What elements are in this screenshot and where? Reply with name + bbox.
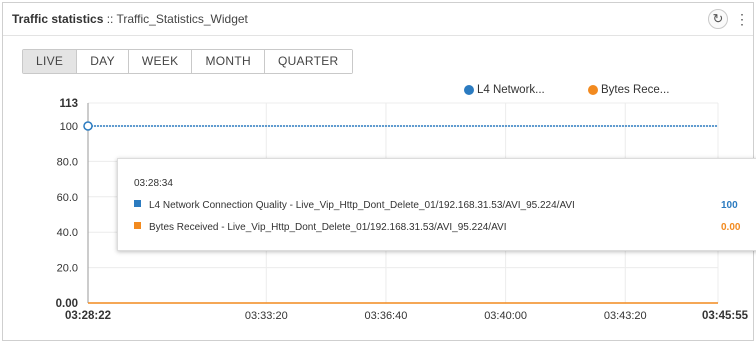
tooltip-swatch-l4-network [134,200,141,207]
x-tick-label: 03:40:00 [484,310,527,322]
y-tick-label: 100 [60,121,78,133]
y-tick-label: 113 [59,98,78,110]
tooltip-time: 03:28:34 [134,178,173,189]
tooltip-row-l4-network: L4 Network Connection Quality - Live_Vip… [134,200,575,211]
y-tick-label: 20.0 [57,263,78,275]
chart-tooltip: 03:28:34 L4 Network Connection Quality -… [117,158,756,251]
x-tick-label: 03:33:20 [245,310,288,322]
tooltip-label-l4-network: L4 Network Connection Quality - Live_Vip… [149,200,575,211]
tooltip-label-bytes-received: Bytes Received - Live_Vip_Http_Dont_Dele… [149,222,507,233]
tooltip-value-bytes-received: 0.00 [721,222,741,233]
y-tick-label: 60.0 [57,192,78,204]
y-tick-label: 0.00 [56,298,78,310]
x-tick-label: 03:36:40 [365,310,408,322]
x-tick-label: 03:45:55 [702,310,749,322]
y-tick-label: 80.0 [57,156,78,168]
tooltip-value-l4-network: 100 [721,200,738,211]
hover-marker-point [83,121,93,131]
x-tick-label: 03:28:22 [65,310,111,322]
x-tick-label: 03:43:20 [604,310,647,322]
y-tick-label: 40.0 [57,227,78,239]
tooltip-row-bytes-received: Bytes Received - Live_Vip_Http_Dont_Dele… [134,222,506,233]
tooltip-swatch-bytes-received [134,222,141,229]
